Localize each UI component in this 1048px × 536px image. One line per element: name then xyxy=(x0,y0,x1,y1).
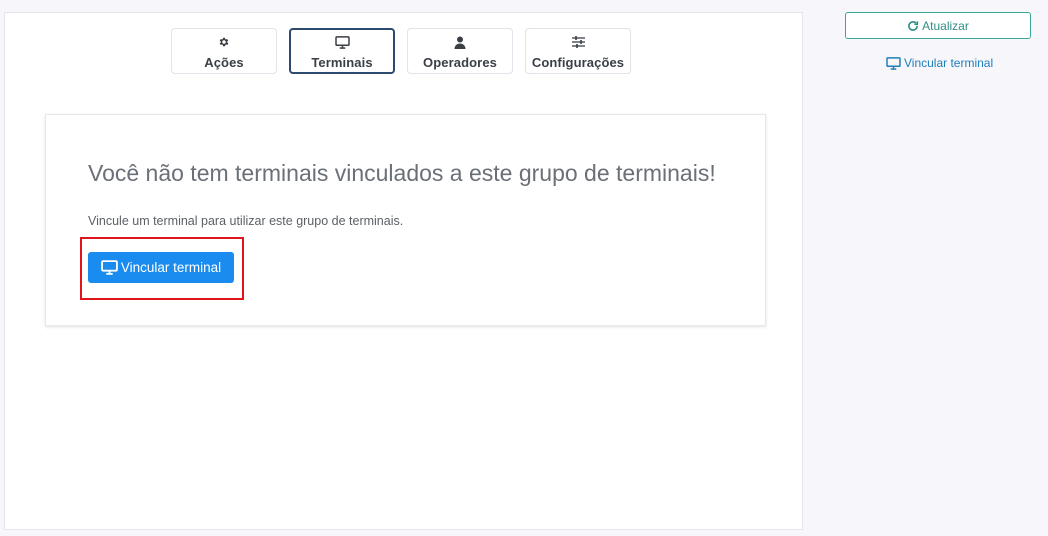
tab-label: Ações xyxy=(204,55,244,70)
empty-state-title: Você não tem terminais vinculados a este… xyxy=(88,160,716,186)
empty-state-subtitle: Vincule um terminal para utilizar este g… xyxy=(88,214,404,228)
main-panel: Ações Terminais Operadores Configurações… xyxy=(4,12,803,530)
tab-configuracoes[interactable]: Configurações xyxy=(525,28,631,74)
tab-terminais[interactable]: Terminais xyxy=(289,28,395,74)
tab-bar: Ações Terminais Operadores Configurações xyxy=(171,28,631,74)
refresh-button[interactable]: Atualizar xyxy=(845,12,1031,39)
empty-state-card: Você não tem terminais vinculados a este… xyxy=(45,114,766,326)
monitor-icon xyxy=(101,260,118,275)
link-terminal-link[interactable]: Vincular terminal xyxy=(886,56,993,70)
tab-label: Terminais xyxy=(311,55,373,70)
tab-acoes[interactable]: Ações xyxy=(171,28,277,74)
sliders-icon xyxy=(571,34,585,50)
monitor-icon xyxy=(334,34,350,50)
refresh-icon xyxy=(907,20,919,32)
tab-label: Configurações xyxy=(531,55,625,70)
refresh-label: Atualizar xyxy=(922,18,969,33)
user-icon xyxy=(454,34,466,50)
gear-icon xyxy=(218,34,230,50)
link-label: Vincular terminal xyxy=(904,56,994,70)
link-terminal-button[interactable]: Vincular terminal xyxy=(88,252,234,283)
monitor-icon xyxy=(886,56,901,70)
tab-operadores[interactable]: Operadores xyxy=(407,28,513,74)
button-label: Vincular terminal xyxy=(120,260,222,275)
tab-label: Operadores xyxy=(423,55,497,70)
